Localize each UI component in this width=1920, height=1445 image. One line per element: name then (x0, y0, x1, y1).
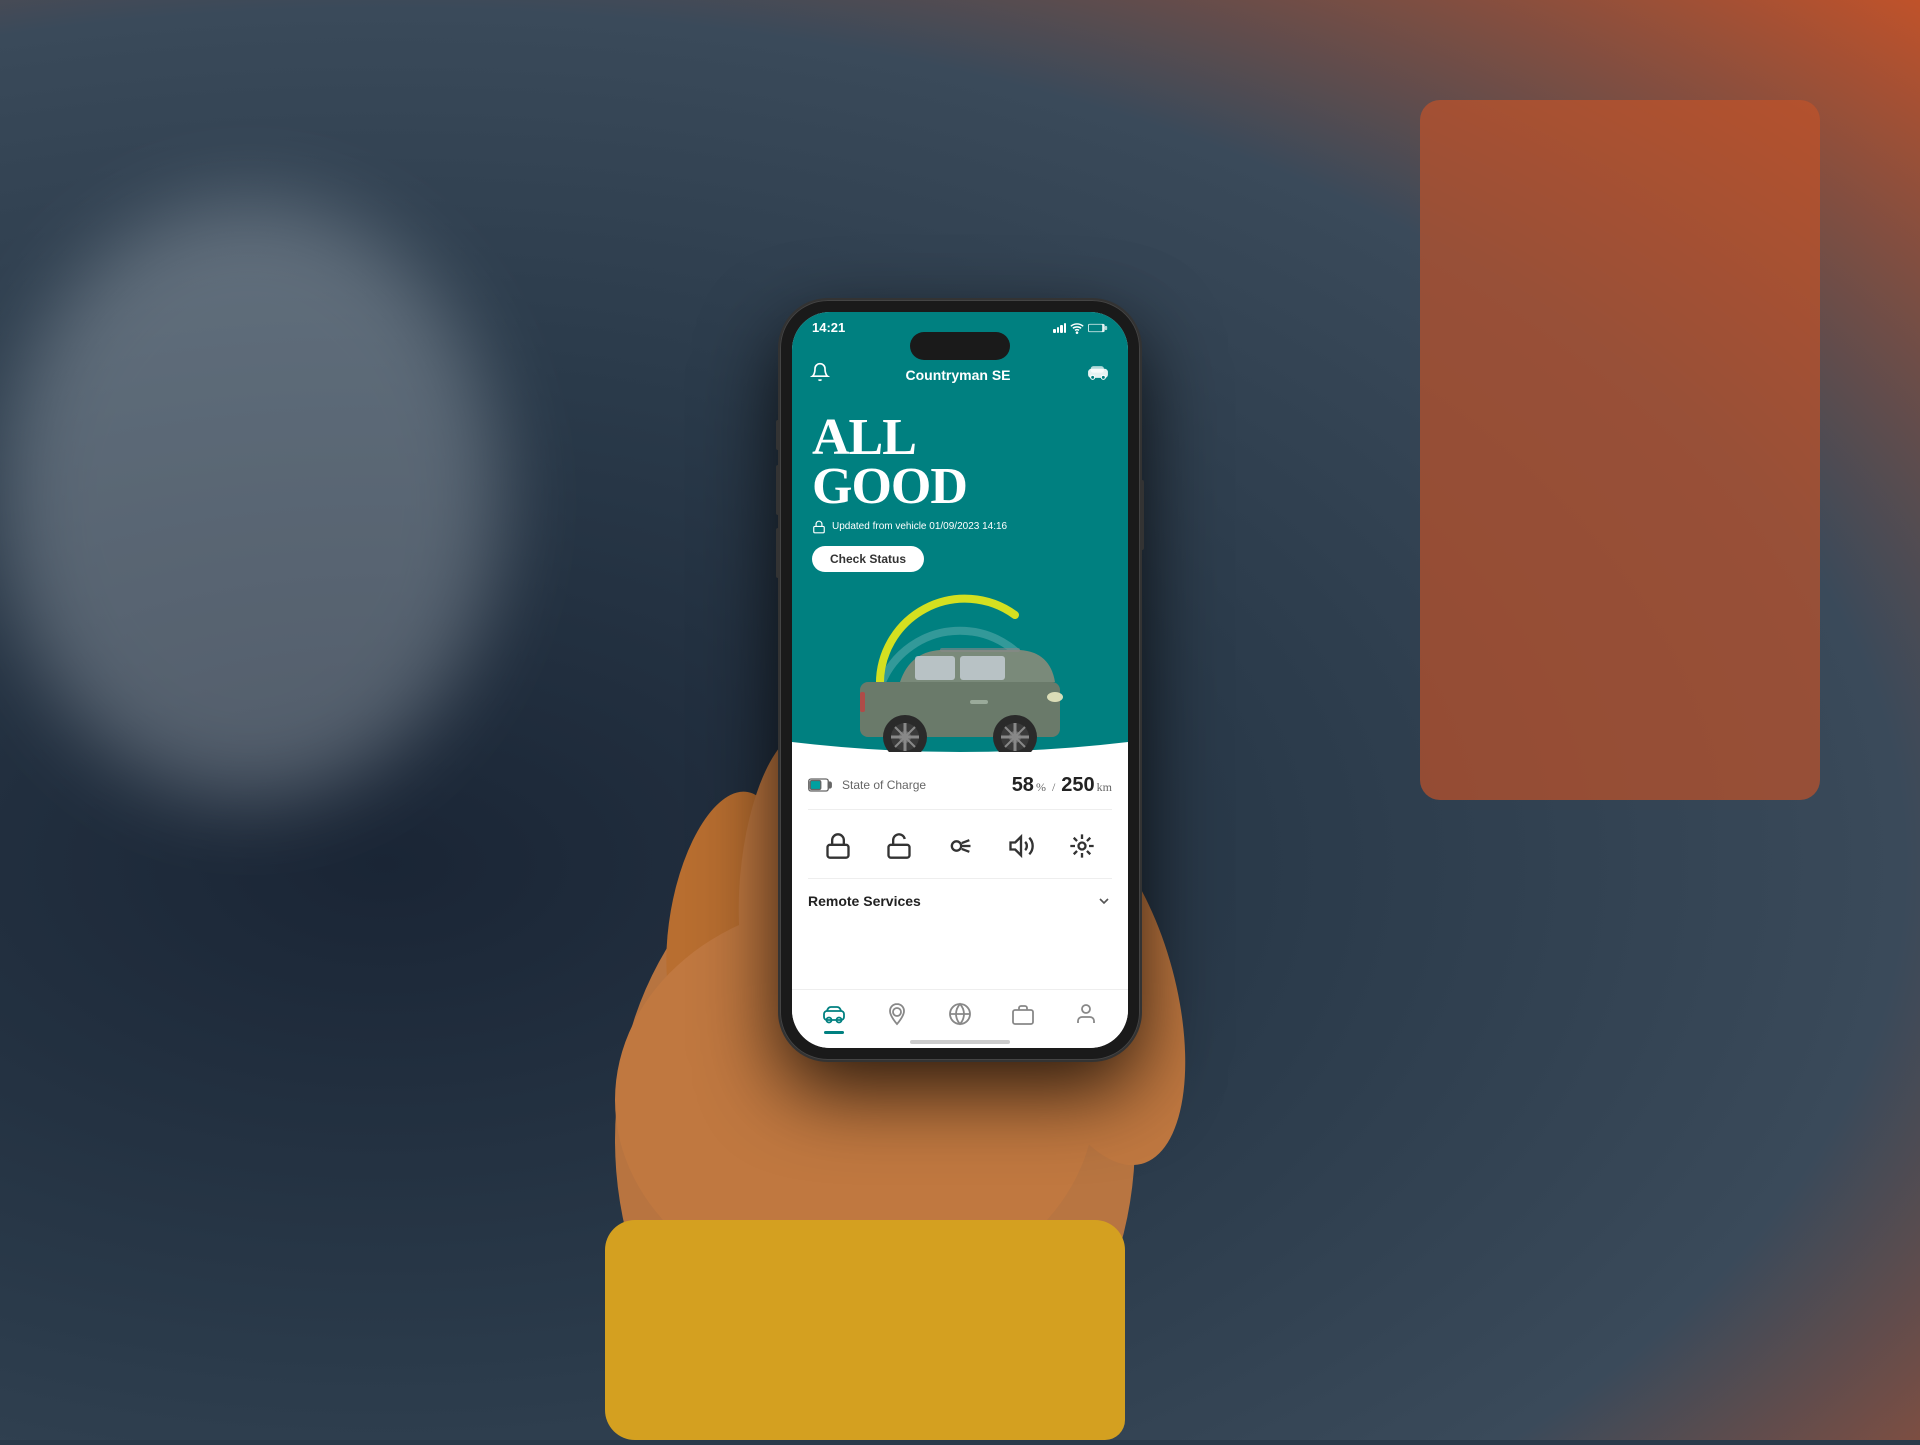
wifi-icon (1070, 321, 1084, 335)
nav-location[interactable] (877, 1000, 917, 1028)
bottom-navigation (792, 989, 1128, 1034)
unlock-control[interactable] (877, 824, 921, 868)
car-illustration (840, 622, 1080, 752)
status-icons (1053, 321, 1108, 335)
nav-profile[interactable] (1066, 1000, 1106, 1028)
horn-control[interactable] (999, 824, 1043, 868)
hero-line1: ALL (812, 413, 1108, 462)
soc-label: State of Charge (842, 778, 1002, 792)
status-time: 14:21 (812, 320, 845, 335)
bg-blob-left (0, 200, 500, 800)
hero-subtitle: Updated from vehicle 01/09/2023 14:16 (812, 520, 1108, 534)
soc-range-unit: km (1097, 780, 1112, 795)
remote-controls-bar (808, 810, 1112, 879)
hero-text: ALL GOOD (812, 413, 1108, 512)
phone-screen: 14:21 (792, 312, 1128, 1048)
soc-percent-unit: % (1036, 780, 1046, 795)
car-icon[interactable] (1086, 362, 1110, 387)
lock-small-icon (812, 520, 826, 534)
soc-separator: / (1052, 780, 1055, 795)
content-area: State of Charge 58 % / 250 km (792, 762, 1128, 989)
soc-percent-value: 58 (1012, 774, 1034, 797)
bell-icon[interactable] (810, 362, 830, 387)
hero-line2: GOOD (812, 462, 1108, 511)
vehicle-name: Countryman SE (905, 367, 1010, 383)
check-status-button[interactable]: Check Status (812, 546, 924, 572)
climate-control[interactable] (1060, 824, 1104, 868)
phone-device: 14:21 (780, 300, 1140, 1060)
app-header: Countryman SE (792, 356, 1128, 397)
hero-section: ALL GOOD Updated from vehicle 01/09/2023… (792, 397, 1128, 742)
soc-range-value: 250 (1061, 774, 1094, 797)
active-indicator (824, 1031, 844, 1034)
chevron-down-icon (1096, 893, 1112, 909)
nav-home[interactable] (814, 1000, 854, 1028)
home-indicator (792, 1034, 1128, 1048)
volume-down-button (776, 528, 780, 578)
battery-state-icon (808, 776, 832, 794)
state-of-charge-row: State of Charge 58 % / 250 km (808, 762, 1112, 810)
lock-control[interactable] (816, 824, 860, 868)
soc-values: 58 % / 250 km (1012, 774, 1112, 797)
volume-silent-button (776, 420, 780, 450)
signal-icon (1053, 323, 1066, 333)
home-bar (910, 1040, 1010, 1044)
bg-blob-right (1420, 100, 1820, 800)
lights-control[interactable] (938, 824, 982, 868)
remote-services-row[interactable]: Remote Services (808, 879, 1112, 923)
nav-globe[interactable] (940, 1000, 980, 1028)
update-text: Updated from vehicle 01/09/2023 14:16 (832, 521, 1007, 532)
remote-services-label: Remote Services (808, 893, 921, 909)
volume-up-button (776, 465, 780, 515)
nav-services[interactable] (1003, 1000, 1043, 1028)
power-button (1140, 480, 1144, 550)
car-area (812, 582, 1108, 742)
dynamic-island (910, 332, 1010, 360)
battery-icon (1088, 321, 1108, 335)
